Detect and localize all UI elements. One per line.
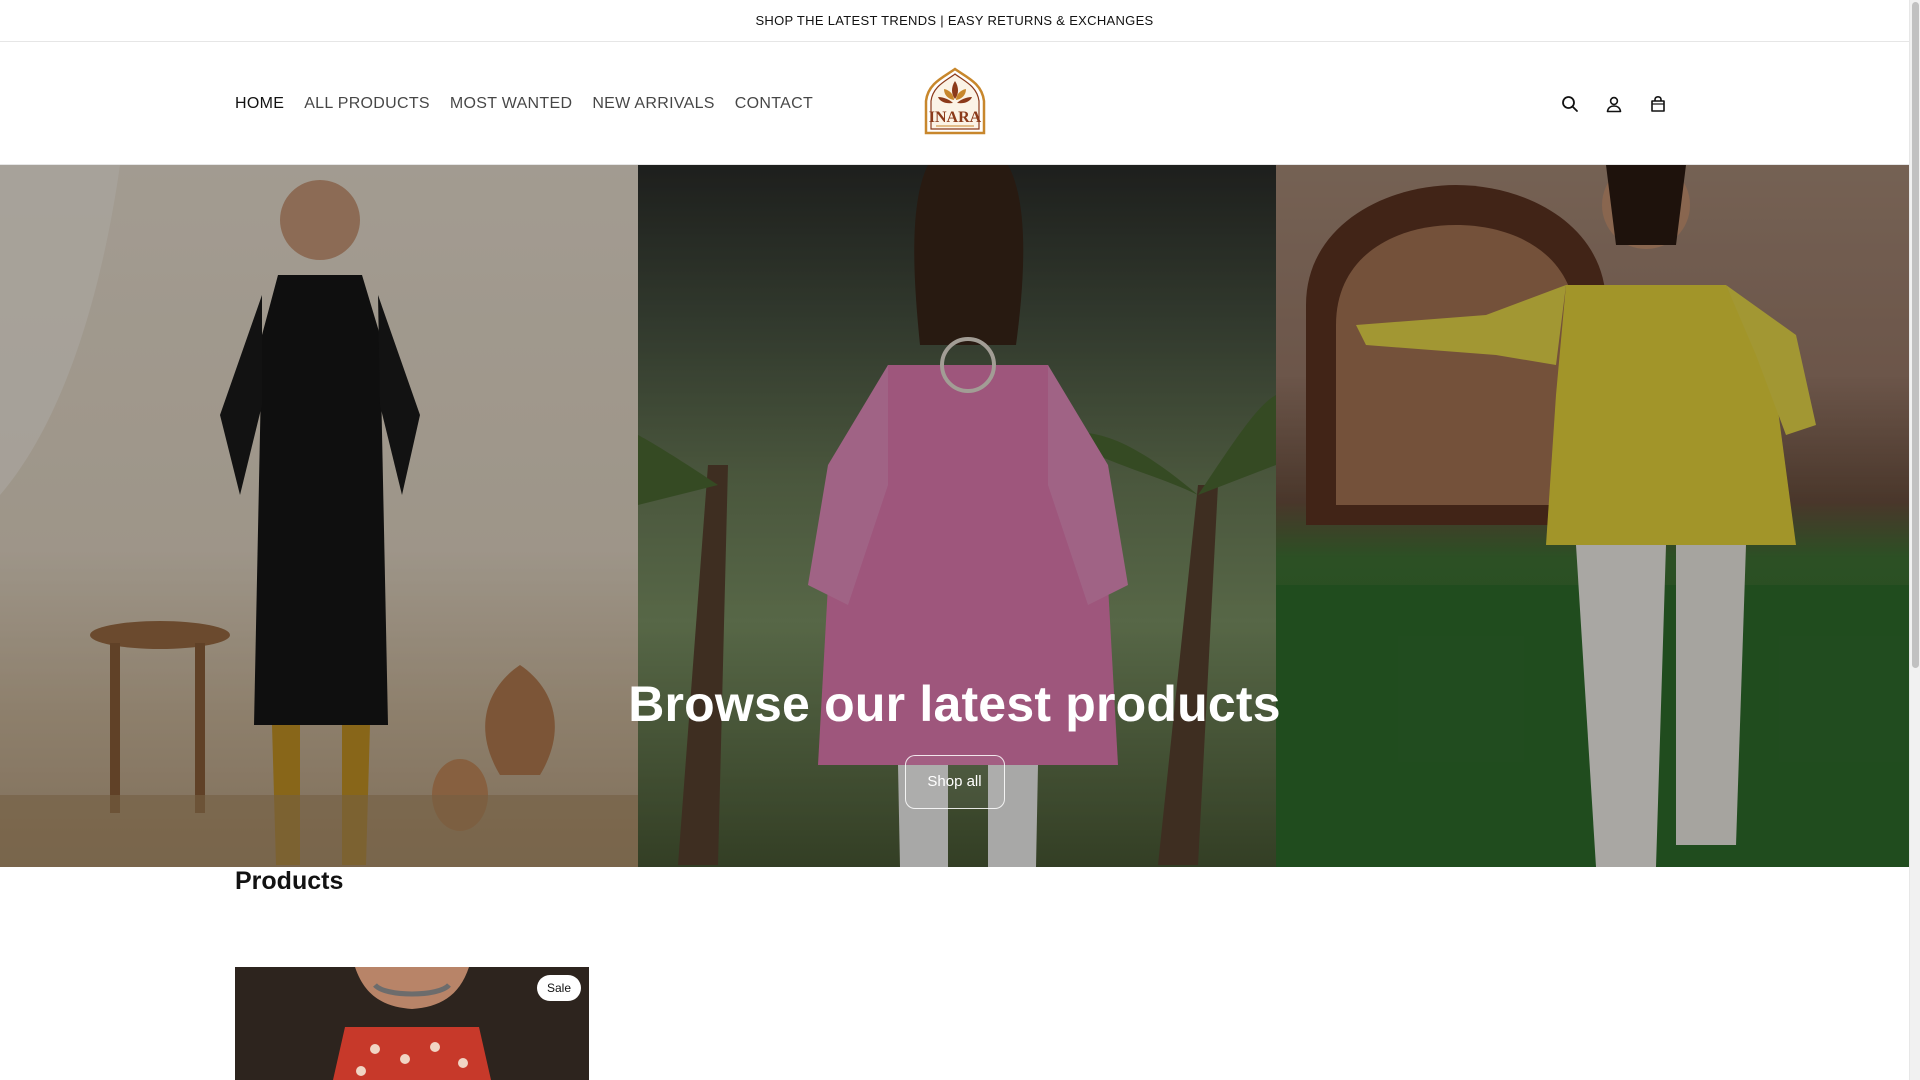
- nav-contact[interactable]: CONTACT: [735, 95, 813, 113]
- shop-all-button[interactable]: Shop all: [904, 755, 1005, 809]
- products-section: Products: [235, 867, 343, 896]
- nav-most-wanted[interactable]: MOST WANTED: [450, 95, 572, 113]
- main-nav: HOME ALL PRODUCTS MOST WANTED NEW ARRIVA…: [235, 42, 813, 165]
- storefront-page: SHOP THE LATEST TRENDS | EASY RETURNS & …: [0, 0, 1909, 1080]
- product-card[interactable]: Sale: [235, 967, 589, 1080]
- hero-content: Browse our latest products Shop all: [0, 675, 1909, 809]
- page-scrollbar[interactable]: [1909, 0, 1920, 1080]
- sale-badge: Sale: [536, 975, 581, 1001]
- hero-title: Browse our latest products: [628, 676, 1281, 732]
- nav-all-products[interactable]: ALL PRODUCTS: [304, 95, 430, 113]
- announcement-bar: SHOP THE LATEST TRENDS | EASY RETURNS & …: [0, 0, 1909, 42]
- store-logo[interactable]: INARA: [922, 67, 988, 139]
- nav-home[interactable]: HOME: [235, 95, 284, 113]
- hero-banner: Browse our latest products Shop all: [0, 165, 1909, 867]
- products-heading: Products: [235, 867, 344, 895]
- cart-icon[interactable]: [1647, 93, 1669, 115]
- product-image: [235, 967, 589, 1080]
- nav-new-arrivals[interactable]: NEW ARRIVALS: [592, 95, 714, 113]
- announcement-text: SHOP THE LATEST TRENDS | EASY RETURNS & …: [755, 13, 1154, 28]
- search-icon[interactable]: [1559, 93, 1581, 115]
- site-header: HOME ALL PRODUCTS MOST WANTED NEW ARRIVA…: [0, 42, 1909, 165]
- logo-lotus-emblem: INARA: [924, 67, 986, 135]
- account-icon[interactable]: [1603, 93, 1625, 115]
- header-icons: [1559, 42, 1669, 165]
- svg-text:INARA: INARA: [929, 109, 982, 126]
- scrollbar-thumb[interactable]: [1912, 2, 1919, 668]
